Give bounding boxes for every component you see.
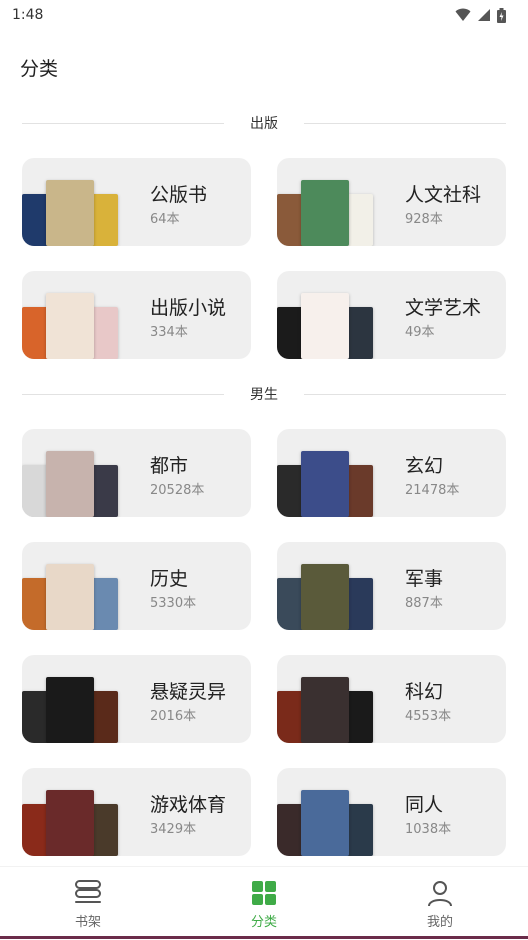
category-count: 928本 (405, 212, 443, 227)
category-name: 人文社科 (405, 184, 482, 206)
cover-stack (22, 675, 122, 743)
book-cover (301, 790, 349, 856)
category-card-published-novels[interactable]: 出版小说 334本 (22, 271, 251, 359)
book-cover (46, 564, 94, 630)
category-card-fanfiction[interactable]: 同人 1038本 (277, 768, 506, 856)
cover-stack (22, 178, 122, 246)
category-count: 3429本 (150, 822, 197, 837)
category-name: 军事 (405, 568, 444, 590)
category-card-military[interactable]: 军事 887本 (277, 542, 506, 630)
book-cover (46, 180, 94, 246)
divider (22, 393, 224, 395)
category-card-humanities[interactable]: 人文社科 928本 (277, 158, 506, 246)
cover-stack (22, 291, 122, 359)
battery-charging-icon (497, 7, 506, 23)
category-card-games-sports[interactable]: 游戏体育 3429本 (22, 768, 251, 856)
divider (304, 122, 506, 124)
page-title: 分类 (20, 58, 59, 80)
category-name: 历史 (150, 568, 189, 590)
status-icons (455, 7, 506, 23)
category-name: 文学艺术 (405, 297, 482, 319)
category-card-public-domain[interactable]: 公版书 64本 (22, 158, 251, 246)
category-card-scifi[interactable]: 科幻 4553本 (277, 655, 506, 743)
nav-item-bookshelf[interactable]: 书架 (0, 867, 176, 940)
book-cover (301, 451, 349, 517)
category-name: 玄幻 (405, 455, 444, 477)
nav-label: 我的 (426, 915, 453, 930)
status-time: 1:48 (12, 7, 44, 23)
cover-stack (22, 449, 122, 517)
person-icon (428, 881, 452, 907)
category-count: 64本 (150, 212, 180, 227)
category-name: 悬疑灵异 (150, 681, 227, 703)
book-cover (46, 677, 94, 743)
book-cover (301, 293, 349, 359)
category-name: 科幻 (405, 681, 444, 703)
divider (22, 122, 224, 124)
category-count: 2016本 (150, 709, 197, 724)
nav-item-profile[interactable]: 我的 (352, 867, 528, 940)
cover-stack (277, 788, 377, 856)
book-cover (301, 564, 349, 630)
cover-stack (277, 675, 377, 743)
category-count: 1038本 (405, 822, 452, 837)
cover-stack (22, 562, 122, 630)
book-cover (301, 677, 349, 743)
category-name: 公版书 (150, 184, 208, 206)
cover-stack (277, 291, 377, 359)
divider (304, 393, 506, 395)
category-count: 4553本 (405, 709, 452, 724)
category-count: 20528本 (150, 483, 205, 498)
category-card-history[interactable]: 历史 5330本 (22, 542, 251, 630)
category-name: 同人 (405, 794, 444, 816)
category-count: 334本 (150, 325, 188, 340)
book-cover (46, 293, 94, 359)
bottom-nav: 书架 分类 我的 (0, 866, 528, 940)
bookshelf-icon (75, 880, 101, 903)
category-card-urban[interactable]: 都市 20528本 (22, 429, 251, 517)
cover-stack (277, 562, 377, 630)
category-count: 5330本 (150, 596, 197, 611)
cover-stack (277, 178, 377, 246)
category-name: 出版小说 (150, 297, 227, 319)
section-header-publish: 出版 (22, 113, 506, 133)
cellular-signal-icon (478, 9, 490, 21)
section-label: 男生 (250, 387, 278, 403)
grid-icon (252, 881, 276, 905)
wifi-icon (455, 8, 471, 21)
category-name: 游戏体育 (150, 794, 227, 816)
cover-stack (277, 449, 377, 517)
category-card-literature-art[interactable]: 文学艺术 49本 (277, 271, 506, 359)
status-bar: 1:48 (0, 0, 528, 30)
category-count: 21478本 (405, 483, 460, 498)
cover-stack (22, 788, 122, 856)
category-count: 49本 (405, 325, 435, 340)
section-header-male: 男生 (22, 384, 506, 404)
category-name: 都市 (150, 455, 189, 477)
book-cover (46, 451, 94, 517)
category-count: 887本 (405, 596, 443, 611)
book-cover (46, 790, 94, 856)
book-cover (301, 180, 349, 246)
nav-item-category[interactable]: 分类 (176, 867, 352, 940)
category-card-fantasy[interactable]: 玄幻 21478本 (277, 429, 506, 517)
category-card-mystery[interactable]: 悬疑灵异 2016本 (22, 655, 251, 743)
nav-label: 书架 (74, 915, 101, 930)
nav-label: 分类 (250, 915, 277, 930)
section-label: 出版 (250, 116, 278, 132)
